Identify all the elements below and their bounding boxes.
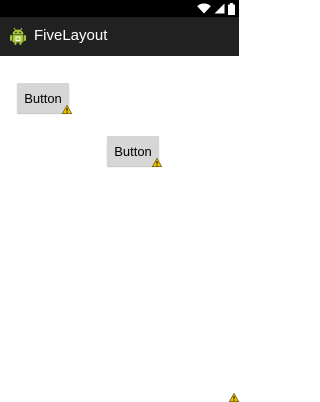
app-title: FiveLayout xyxy=(34,27,108,44)
status-icons xyxy=(197,1,235,16)
main-content: Button Button xyxy=(0,56,239,402)
wifi-icon xyxy=(197,3,211,14)
android-icon xyxy=(10,27,26,45)
warning-icon xyxy=(152,158,162,167)
battery-icon xyxy=(228,2,235,15)
warning-icon xyxy=(62,105,72,114)
status-bar xyxy=(0,0,239,17)
signal-icon xyxy=(214,3,225,14)
action-bar: FiveLayout xyxy=(0,17,239,56)
